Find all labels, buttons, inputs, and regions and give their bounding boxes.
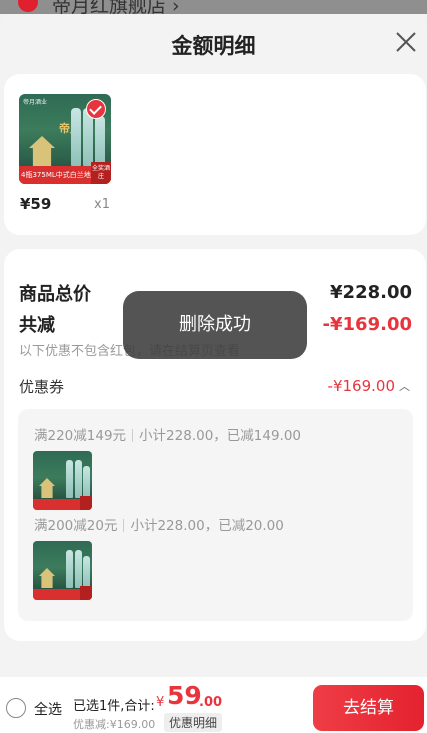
goods-total-label: 商品总价 <box>19 284 91 305</box>
divider <box>132 429 134 442</box>
divider <box>123 519 125 532</box>
award-corner <box>80 586 92 600</box>
tower-graphic <box>29 136 55 166</box>
product-quantity: x1 <box>94 197 110 212</box>
store-check-icon <box>18 0 38 12</box>
sheet-title: 金额明细 <box>171 34 256 58</box>
select-all-label[interactable]: 全选 <box>34 699 62 719</box>
total-reduction-label: 共减 <box>19 315 55 336</box>
bottle-graphic <box>75 550 82 588</box>
discount-text: 优惠减:¥169.00 <box>73 718 156 731</box>
coupon-product-thumbnail <box>33 541 92 600</box>
coupon-toggle[interactable]: -¥169.00 ︿ <box>328 377 410 395</box>
product-image[interactable]: 帝月酒业 帝月 4瓶375ML中式白兰地 全奖酒庄 <box>19 94 111 184</box>
bottle-graphic <box>95 116 105 166</box>
tower-graphic <box>39 568 55 588</box>
coupon-rule: 满220减149元 <box>34 428 127 444</box>
brand-logo-text: 帝月酒业 <box>23 99 48 106</box>
bottle-graphic <box>75 460 82 498</box>
award-corner-text: 全奖酒庄 <box>92 165 111 180</box>
bottle-graphic <box>71 108 81 166</box>
select-all-radio[interactable] <box>6 698 26 718</box>
cart-footer: 全选 已选1件,合计: ¥ 59 .00 优惠减:¥169.00 优惠明细 去结… <box>0 677 427 733</box>
coupon-product-thumbnail <box>33 451 92 510</box>
goods-total-value: ¥228.00 <box>330 282 412 303</box>
coupon-rule: 满200减20元 <box>34 518 118 534</box>
product-card: 帝月酒业 帝月 4瓶375ML中式白兰地 全奖酒庄 ¥59 x1 <box>4 74 426 235</box>
award-corner <box>80 496 92 510</box>
bottle-graphic <box>83 466 90 498</box>
toast-message: 删除成功 <box>123 291 307 359</box>
background-store-header: 帝月红旗舰店 › <box>0 0 427 14</box>
currency-symbol: ¥ <box>156 695 165 710</box>
coupon-rule-row: 满200减20元 小计228.00，已减20.00 <box>34 514 284 534</box>
coupon-value: -¥169.00 <box>327 377 395 395</box>
coupon-rule-detail: 小计228.00，已减149.00 <box>139 428 302 444</box>
total-amount-decimal: .00 <box>199 695 223 710</box>
coupon-detail-panel: 满220减149元 小计228.00，已减149.00 满200减20元 小计228… <box>18 409 413 621</box>
close-icon[interactable] <box>395 31 417 53</box>
product-banner-text: 4瓶375ML中式白兰地 <box>21 171 91 179</box>
bottle-graphic <box>66 550 73 588</box>
coupon-rule-row: 满220减149元 小计228.00，已减149.00 <box>34 424 301 444</box>
discount-detail-link[interactable]: 优惠明细 <box>164 713 223 732</box>
total-amount: 59 <box>167 681 202 710</box>
coupon-label: 优惠券 <box>19 378 65 396</box>
selected-check-icon[interactable] <box>86 99 106 119</box>
store-name: 帝月红旗舰店 › <box>52 0 180 14</box>
bottle-graphic <box>66 460 73 498</box>
product-price: ¥59 <box>20 195 52 213</box>
chevron-up-icon: ︿ <box>399 380 410 393</box>
bottle-graphic <box>83 556 90 588</box>
selected-summary: 已选1件,合计: <box>73 699 155 714</box>
coupon-rule-detail: 小计228.00，已减20.00 <box>130 518 284 534</box>
amount-detail-sheet: 金额明细 帝月酒业 帝月 4瓶375ML中式白兰地 全奖酒庄 ¥59 x1 商品… <box>0 14 427 733</box>
total-reduction-value: -¥169.00 <box>322 314 412 335</box>
tower-graphic <box>39 478 55 498</box>
checkout-button[interactable]: 去结算 <box>313 685 424 731</box>
